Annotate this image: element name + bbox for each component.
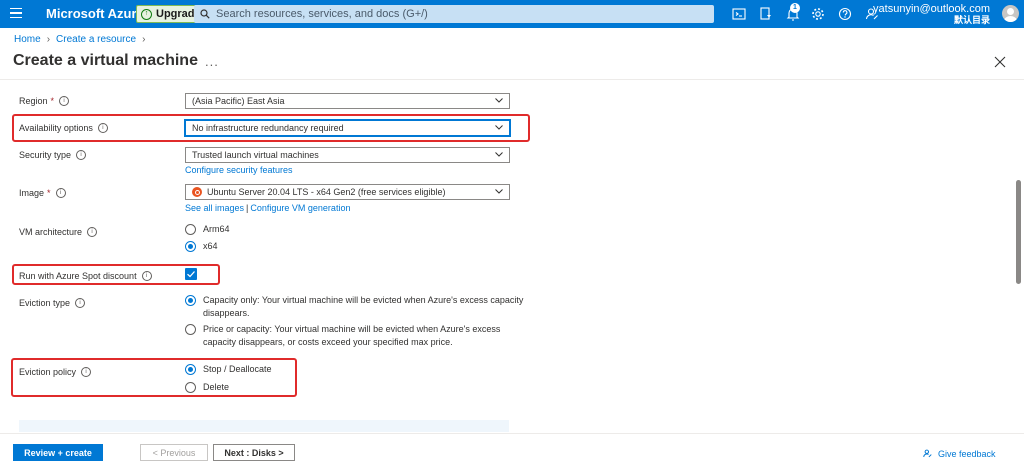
radio-button[interactable] — [185, 224, 196, 235]
radio-button[interactable] — [185, 324, 196, 335]
account-directory: 默认目录 — [953, 15, 990, 25]
radio-label: Price or capacity: Your virtual machine … — [203, 323, 500, 349]
breadcrumb-separator-icon: › — [142, 34, 146, 45]
chevron-down-icon — [495, 189, 503, 194]
account-email: yatsunyin@outlook.com — [873, 3, 990, 15]
more-options-button[interactable]: ... — [205, 54, 219, 69]
required-asterisk: * — [50, 96, 55, 106]
page-title: Create a virtual machine — [13, 52, 198, 69]
header-divider — [0, 79, 1024, 80]
eviction-type-option-price-or-capacity[interactable]: Price or capacity: Your virtual machine … — [185, 323, 500, 349]
global-search[interactable] — [194, 5, 714, 23]
info-panel — [19, 420, 509, 432]
security-type-select[interactable]: Trusted launch virtual machines — [185, 147, 510, 163]
notification-badge: 1 — [790, 3, 800, 13]
configure-security-features-link[interactable]: Configure security features — [185, 165, 293, 175]
image-select-value: Ubuntu Server 20.04 LTS - x64 Gen2 (free… — [207, 187, 446, 197]
upgrade-arrow-icon: ↑ — [141, 8, 152, 20]
radio-label-line: capacity disappears, or costs exceed you… — [203, 337, 453, 347]
eviction-type-label-text: Eviction type — [19, 298, 71, 308]
radio-button-selected[interactable] — [185, 295, 196, 306]
breadcrumb: Home › Create a resource › — [14, 34, 145, 45]
security-type-select-value: Trusted launch virtual machines — [192, 150, 319, 160]
vm-architecture-option-arm64[interactable]: Arm64 — [185, 223, 230, 236]
breadcrumb-separator-icon: › — [46, 34, 51, 45]
info-icon[interactable]: i — [87, 227, 98, 237]
account-info[interactable]: yatsunyin@outlook.com 默认目录 — [873, 3, 990, 26]
scrollbar-thumb[interactable] — [1016, 180, 1021, 284]
image-label-text: Image — [19, 188, 45, 198]
chevron-down-icon — [495, 152, 503, 157]
vm-architecture-option-x64[interactable]: x64 — [185, 240, 218, 253]
search-input[interactable] — [216, 8, 696, 20]
avatar[interactable] — [1002, 5, 1019, 22]
eviction-type-label: Eviction type i — [19, 298, 86, 308]
review-create-button[interactable]: Review + create — [13, 444, 103, 461]
radio-label-line: disappears. — [203, 308, 250, 318]
breadcrumb-create-resource-link[interactable]: Create a resource — [56, 34, 136, 45]
configure-vm-generation-link[interactable]: Configure VM generation — [250, 203, 350, 213]
search-icon — [200, 9, 210, 19]
radio-label: Capacity only: Your virtual machine will… — [203, 294, 523, 320]
radio-label: x64 — [203, 241, 218, 251]
see-all-images-link[interactable]: See all images — [185, 203, 244, 213]
highlight-box-spot — [12, 264, 220, 285]
previous-button[interactable]: < Previous — [140, 444, 208, 461]
brand-title[interactable]: Microsoft Azure — [46, 6, 144, 21]
vm-architecture-label: VM architecture i — [19, 227, 98, 237]
menu-icon[interactable] — [10, 8, 22, 19]
highlight-box-eviction-policy — [11, 358, 297, 397]
region-label-text: Region — [19, 96, 48, 106]
directory-filter-icon[interactable] — [758, 6, 774, 22]
radio-label: Arm64 — [203, 224, 230, 234]
vm-architecture-label-text: VM architecture — [19, 227, 83, 237]
image-label: Image * i — [19, 188, 66, 198]
breadcrumb-home-link[interactable]: Home — [14, 34, 41, 45]
settings-gear-icon[interactable] — [810, 6, 826, 22]
security-type-label-text: Security type — [19, 150, 72, 160]
cloud-shell-icon[interactable] — [731, 6, 747, 22]
image-links: See all images | Configure VM generation — [185, 203, 350, 213]
radio-label-line: Price or capacity: Your virtual machine … — [203, 324, 501, 334]
feedback-person-icon — [923, 449, 932, 458]
give-feedback-link[interactable]: Give feedback — [922, 448, 996, 459]
info-icon[interactable]: i — [75, 298, 86, 308]
region-select-value: (Asia Pacific) East Asia — [192, 96, 285, 106]
help-question-icon[interactable] — [837, 6, 853, 22]
top-nav-bar: Microsoft Azure ↑ Upgrade 1 yatsunyin@ou… — [0, 0, 1024, 28]
link-separator: | — [246, 203, 249, 213]
give-feedback-label: Give feedback — [938, 448, 996, 459]
image-select[interactable]: Ubuntu Server 20.04 LTS - x64 Gen2 (free… — [185, 184, 510, 200]
security-type-label: Security type i — [19, 150, 87, 160]
radio-label-line: Capacity only: Your virtual machine will… — [203, 295, 524, 305]
eviction-type-option-capacity-only[interactable]: Capacity only: Your virtual machine will… — [185, 294, 523, 320]
highlight-box-availability — [12, 114, 530, 142]
info-icon[interactable]: i — [59, 96, 70, 106]
region-select[interactable]: (Asia Pacific) East Asia — [185, 93, 510, 109]
chevron-down-icon — [495, 98, 503, 103]
ubuntu-logo-icon — [192, 187, 202, 197]
region-label: Region * i — [19, 96, 70, 106]
info-icon[interactable]: i — [76, 150, 87, 160]
close-icon[interactable] — [994, 56, 1006, 68]
next-disks-button[interactable]: Next : Disks > — [213, 444, 295, 461]
required-asterisk: * — [47, 188, 51, 198]
info-icon[interactable]: i — [55, 188, 66, 198]
footer-divider — [0, 433, 1024, 434]
radio-button-selected[interactable] — [185, 241, 196, 252]
